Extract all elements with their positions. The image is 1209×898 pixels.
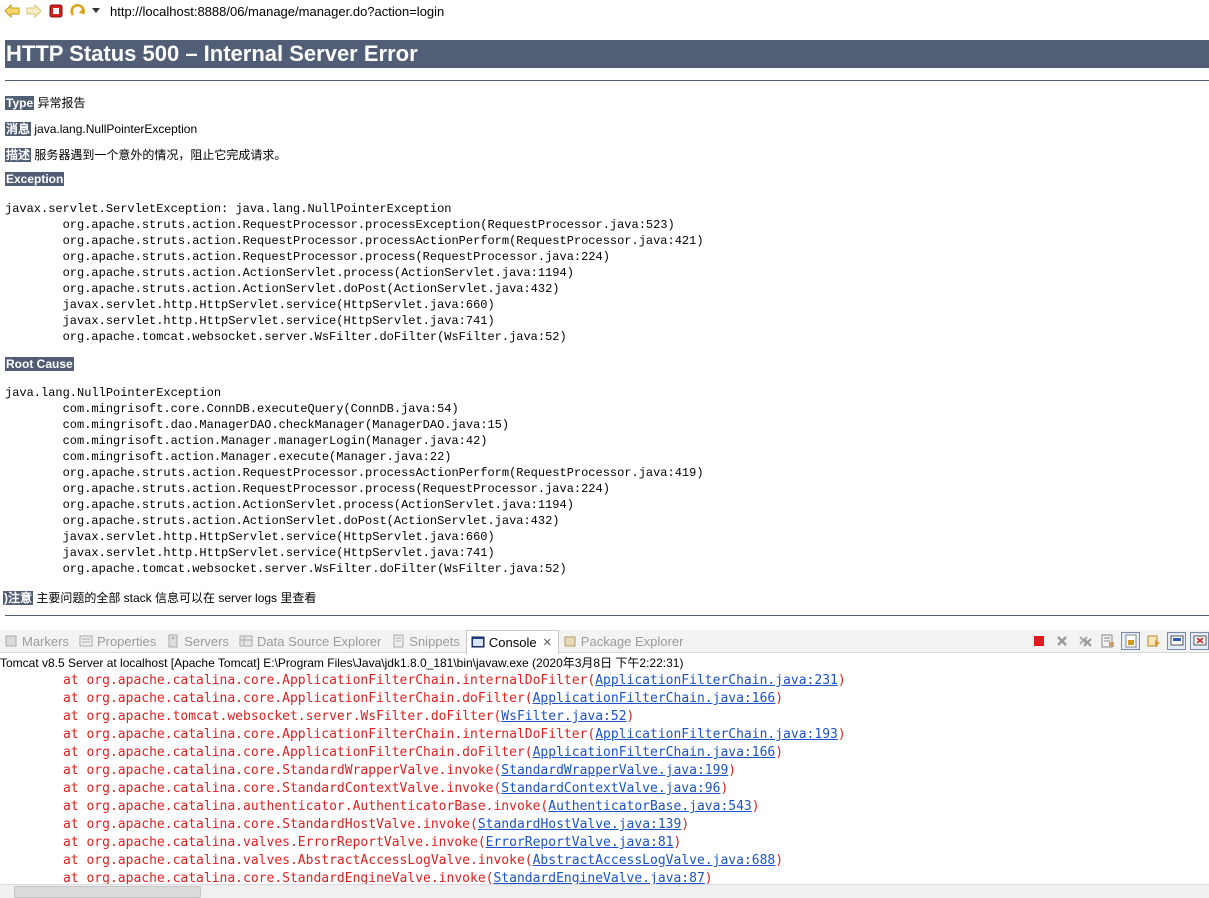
type-label: Type: [5, 96, 35, 110]
console-line: at org.apache.catalina.valves.AbstractAc…: [63, 853, 784, 868]
stack-trace-link[interactable]: ApplicationFilterChain.java:166: [533, 691, 776, 706]
message-value: java.lang.NullPointerException: [34, 122, 198, 136]
console-line: at org.apache.catalina.core.ApplicationF…: [63, 745, 784, 760]
page-title: HTTP Status 500 – Internal Server Error: [5, 40, 1209, 68]
tab-label: Servers: [184, 633, 229, 649]
horizontal-scrollbar[interactable]: [0, 884, 1209, 898]
description-label: 描述: [5, 148, 32, 162]
remove-all-launches-icon[interactable]: [1075, 632, 1094, 650]
back-icon[interactable]: [2, 1, 22, 21]
stop-icon[interactable]: [46, 1, 66, 21]
close-icon[interactable]: ✕: [543, 636, 552, 649]
console-line: at org.apache.catalina.authenticator.Aut…: [63, 799, 760, 814]
tab-servers[interactable]: Servers: [162, 630, 235, 652]
description-row: 描述 服务器遇到一个意外的情况，阻止它完成请求。: [5, 146, 286, 163]
stack-trace-link[interactable]: WsFilter.java:52: [501, 709, 626, 724]
dropdown-chevron-icon[interactable]: [90, 1, 102, 21]
tab-package-explorer[interactable]: Package Explorer: [559, 630, 690, 652]
servers-icon: [166, 634, 180, 648]
tab-label: Markers: [22, 633, 69, 649]
tab-label: Data Source Explorer: [257, 633, 382, 649]
console-line: at org.apache.catalina.core.StandardCont…: [63, 781, 729, 796]
root-cause-heading: Root Cause: [5, 357, 74, 371]
snippets-icon: [391, 634, 405, 648]
console-output: at org.apache.catalina.core.ApplicationF…: [0, 672, 1209, 884]
tab-console[interactable]: Console ✕: [465, 629, 559, 654]
type-row: Type 异常报告: [5, 94, 85, 111]
tab-markers[interactable]: Markers: [0, 630, 75, 652]
stack-trace-link[interactable]: StandardHostValve.java:139: [478, 817, 682, 832]
scrollbar-thumb[interactable]: [14, 886, 201, 898]
stack-trace-link[interactable]: AuthenticatorBase.java:543: [548, 799, 752, 814]
tab-label: Properties: [96, 633, 157, 649]
exception-trace: javax.servlet.ServletException: java.lan…: [5, 202, 704, 344]
exception-heading: Exception: [5, 172, 65, 186]
root-cause-trace: java.lang.NullPointerException com.mingr…: [5, 386, 704, 576]
refresh-icon[interactable]: [68, 1, 88, 21]
data-source-icon: [239, 634, 253, 648]
package-explorer-icon: [563, 634, 577, 648]
console-line: at org.apache.tomcat.websocket.server.Ws…: [63, 709, 635, 724]
console-line: at org.apache.catalina.valves.ErrorRepor…: [63, 835, 682, 850]
console-line: at org.apache.catalina.core.StandardEngi…: [63, 871, 713, 884]
display-selected-console-icon[interactable]: [1190, 632, 1209, 650]
pin-console-icon[interactable]: [1167, 632, 1186, 650]
console-title: Tomcat v8.5 Server at localhost [Apache …: [0, 656, 684, 670]
console-line: at org.apache.catalina.core.StandardHost…: [63, 817, 690, 832]
tab-label: Package Explorer: [580, 633, 684, 649]
message-label: 消息: [5, 122, 32, 136]
clear-console-icon[interactable]: [1098, 632, 1117, 650]
stack-trace-link[interactable]: StandardContextValve.java:96: [501, 781, 720, 796]
divider: [5, 80, 1209, 81]
console-line: at org.apache.catalina.core.ApplicationF…: [63, 673, 846, 688]
eclipse-views-panel: Markers Properties Servers Data Source E…: [0, 625, 1209, 898]
console-line: at org.apache.catalina.core.StandardWrap…: [63, 763, 737, 778]
scroll-lock-icon[interactable]: [1121, 632, 1140, 650]
message-row: 消息 java.lang.NullPointerException: [5, 120, 197, 137]
terminate-icon[interactable]: [1029, 632, 1048, 650]
stack-trace-link[interactable]: ApplicationFilterChain.java:193: [595, 727, 838, 742]
view-tab-bar: Markers Properties Servers Data Source E…: [0, 629, 1209, 654]
show-console-on-output-icon[interactable]: [1144, 632, 1163, 650]
stack-trace-link[interactable]: ApplicationFilterChain.java:166: [533, 745, 776, 760]
tab-label: Console: [488, 634, 537, 650]
note-value: 主要问题的全部 stack 信息可以在 server logs 里查看: [36, 591, 317, 605]
console-icon: [471, 635, 485, 649]
divider: [5, 615, 1209, 616]
description-value: 服务器遇到一个意外的情况，阻止它完成请求。: [34, 148, 287, 162]
forward-icon[interactable]: [24, 1, 44, 21]
console-toolbar: [1025, 630, 1209, 652]
markers-icon: [4, 634, 18, 648]
browser-toolbar: http://localhost:8888/06/manage/manager.…: [0, 0, 1209, 22]
tab-snippets[interactable]: Snippets: [387, 630, 466, 652]
note-row: )注意 主要问题的全部 stack 信息可以在 server logs 里查看: [3, 589, 316, 606]
stack-trace-link[interactable]: StandardWrapperValve.java:199: [501, 763, 728, 778]
stack-trace-link[interactable]: ApplicationFilterChain.java:231: [595, 673, 838, 688]
remove-launch-icon[interactable]: [1052, 632, 1071, 650]
properties-icon: [79, 634, 93, 648]
error-page: HTTP Status 500 – Internal Server Error …: [0, 22, 1209, 625]
tab-properties[interactable]: Properties: [75, 630, 162, 652]
stack-trace-link[interactable]: StandardEngineValve.java:87: [493, 871, 704, 884]
console-line: at org.apache.catalina.core.ApplicationF…: [63, 691, 784, 706]
tab-label: Snippets: [409, 633, 460, 649]
note-label: )注意: [3, 591, 33, 605]
url-field[interactable]: http://localhost:8888/06/manage/manager.…: [110, 4, 444, 19]
stack-trace-link[interactable]: AbstractAccessLogValve.java:688: [533, 853, 776, 868]
type-value: 异常报告: [37, 96, 86, 110]
tab-data-source-explorer[interactable]: Data Source Explorer: [235, 630, 387, 652]
stack-trace-link[interactable]: ErrorReportValve.java:81: [486, 835, 674, 850]
console-line: at org.apache.catalina.core.ApplicationF…: [63, 727, 846, 742]
